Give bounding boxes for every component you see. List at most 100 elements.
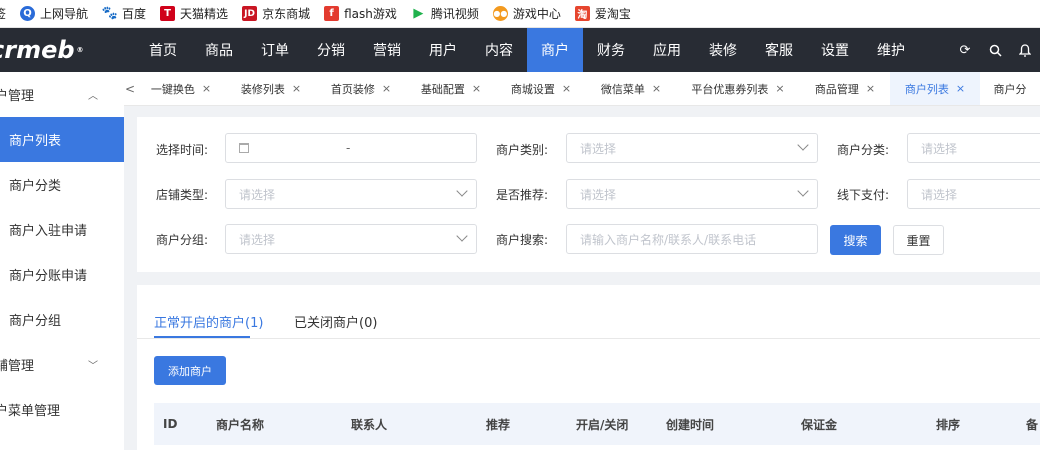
nav-item[interactable]: 订单 xyxy=(247,28,303,72)
page-tab[interactable]: 商城设置 × xyxy=(496,72,586,105)
tencent-video-icon: ▶ xyxy=(413,6,424,21)
reset-button-label: 重置 xyxy=(906,233,931,248)
page-tab[interactable]: 商户列表 × xyxy=(890,72,980,105)
bookmark-label: 游戏中心 xyxy=(512,7,561,21)
bookmark-item[interactable]: ▶ 腾讯视频 xyxy=(411,5,479,22)
merchant-group-select[interactable]: 请选择 xyxy=(225,224,477,254)
column-header-contact: 联系人 xyxy=(351,417,388,432)
bookmark-item[interactable]: JD 京东商城 xyxy=(242,5,310,22)
search-button[interactable]: 搜索 xyxy=(830,225,881,255)
bookmark-item[interactable]: ●● 游戏中心 xyxy=(492,5,561,22)
page-tab-label: 装修列表 xyxy=(240,82,285,96)
close-icon[interactable]: × xyxy=(956,82,965,95)
select-placeholder: 请选择 xyxy=(921,141,958,156)
close-icon[interactable]: × xyxy=(652,82,661,95)
page-tab[interactable]: 一键换色 × xyxy=(136,72,226,105)
date-range-picker[interactable]: - xyxy=(225,133,477,163)
active-tab-indicator xyxy=(154,336,250,338)
sidebar: 户管理 ︿ 商户列表 商户分类 商户入驻申请 商户分账申请 商户分组 铺管理 ﹀… xyxy=(0,72,124,450)
top-nav: crmeb® 首页商品订单分销营销用户内容商户财务应用装修客服设置维护 ⟳ xyxy=(0,28,1040,72)
bookmark-label: 天猫精选 xyxy=(180,7,229,21)
page-tab[interactable]: 装修列表 × xyxy=(226,72,316,105)
bell-icon[interactable] xyxy=(1010,43,1040,57)
bookmark-item[interactable]: T 天猫精选 xyxy=(160,5,228,22)
offline-pay-select[interactable]: 请选择 xyxy=(907,179,1040,209)
sidebar-item-split-account-application[interactable]: 商户分账申请 xyxy=(0,252,124,297)
refresh-icon[interactable]: ⟳ xyxy=(950,43,980,58)
logo-text: crmeb xyxy=(0,36,75,64)
nav-item[interactable]: 用户 xyxy=(415,28,471,72)
nav-item[interactable]: 营销 xyxy=(359,28,415,72)
bookmark-item[interactable]: 🐾 百度 xyxy=(101,5,147,22)
search-q-icon: Q xyxy=(20,6,36,21)
nav-item[interactable]: 装修 xyxy=(695,28,751,72)
bookmark-label: 签 xyxy=(0,5,6,22)
merchant-status-tabs: 正常开启的商户(1) 已关闭商户(0) xyxy=(137,285,1040,339)
recommend-select[interactable]: 请选择 xyxy=(566,179,818,209)
nav-item[interactable]: 财务 xyxy=(583,28,639,72)
page-tab[interactable]: 商户分 xyxy=(980,72,1040,105)
close-icon[interactable]: × xyxy=(562,82,571,95)
nav-item[interactable]: 商户 xyxy=(527,28,583,72)
close-icon[interactable]: × xyxy=(382,82,391,95)
sidebar-group-merchant-management[interactable]: 户管理 ︿ xyxy=(0,72,124,117)
sidebar-item-merchant-group[interactable]: 商户分组 xyxy=(0,297,124,342)
tab-closed-merchants[interactable]: 已关闭商户(0) xyxy=(294,312,377,331)
page-tabs: 一键换色 × 装修列表 × 首页装修 × 基础配置 × 商城设置 × 微信菜单 × 平台优惠券列表 × 商品… xyxy=(136,72,1040,105)
merchant-class-select[interactable]: 请选择 xyxy=(907,133,1040,163)
sidebar-group-label: 铺管理 xyxy=(0,359,35,374)
bookmark-item[interactable]: f flash游戏 xyxy=(324,5,397,22)
date-range-separator: - xyxy=(346,141,351,155)
crmeb-logo[interactable]: crmeb® xyxy=(0,28,135,72)
input-placeholder: 请输入商户名称/联系人/联系电话 xyxy=(580,232,757,247)
close-icon[interactable]: × xyxy=(775,82,784,95)
page-tab[interactable]: 基础配置 × xyxy=(406,72,496,105)
close-icon[interactable]: × xyxy=(292,82,301,95)
page-tab[interactable]: 首页装修 × xyxy=(316,72,406,105)
bookmark-label: 腾讯视频 xyxy=(430,7,479,21)
nav-item[interactable]: 设置 xyxy=(807,28,863,72)
page-tab[interactable]: 微信菜单 × xyxy=(586,72,676,105)
sidebar-group-merchant-menu[interactable]: 户菜单管理 xyxy=(0,387,124,432)
sidebar-group-store-management[interactable]: 铺管理 ﹀ xyxy=(0,342,124,387)
sidebar-item-merchant-list[interactable]: 商户列表 xyxy=(0,117,124,162)
sidebar-item-merchant-application[interactable]: 商户入驻申请 xyxy=(0,207,124,252)
select-placeholder: 请选择 xyxy=(580,187,617,202)
page-tab-label: 一键换色 xyxy=(150,82,195,96)
merchant-category-select[interactable]: 请选择 xyxy=(566,133,818,163)
page-tab[interactable]: 商品管理 × xyxy=(800,72,890,105)
store-type-select[interactable]: 请选择 xyxy=(225,179,477,209)
page-tab-label: 商城设置 xyxy=(510,82,555,96)
merchant-search-input[interactable]: 请输入商户名称/联系人/联系电话 xyxy=(566,224,818,254)
nav-item[interactable]: 客服 xyxy=(751,28,807,72)
search-icon[interactable] xyxy=(980,44,1010,57)
nav-item[interactable]: 分销 xyxy=(303,28,359,72)
close-icon[interactable]: × xyxy=(472,82,481,95)
sidebar-item-merchant-category[interactable]: 商户分类 xyxy=(0,162,124,207)
select-placeholder: 请选择 xyxy=(921,187,958,202)
tabs-prev-icon[interactable]: < xyxy=(124,82,136,96)
select-placeholder: 请选择 xyxy=(239,232,276,247)
nav-item[interactable]: 维护 xyxy=(863,28,919,72)
close-icon[interactable]: × xyxy=(866,82,875,95)
nav-item[interactable]: 商品 xyxy=(191,28,247,72)
nav-item[interactable]: 应用 xyxy=(639,28,695,72)
taobao-icon: 淘 xyxy=(574,6,590,21)
sidebar-group-label: 户管理 xyxy=(0,89,35,104)
bookmark-item[interactable]: Q 上网导航 xyxy=(20,5,88,22)
close-icon[interactable]: × xyxy=(202,82,211,95)
column-header-open-close: 开启/关闭 xyxy=(576,417,629,432)
page-tab-label: 首页装修 xyxy=(330,82,375,96)
bookmark-item[interactable]: 签 xyxy=(0,5,6,22)
select-placeholder: 请选择 xyxy=(239,187,276,202)
nav-item[interactable]: 首页 xyxy=(135,28,191,72)
page-tab[interactable]: 平台优惠券列表 × xyxy=(676,72,800,105)
offline-pay-label: 线下支付: xyxy=(837,188,890,202)
reset-button[interactable]: 重置 xyxy=(893,225,944,255)
add-merchant-button[interactable]: 添加商户 xyxy=(154,356,226,385)
tab-open-merchants[interactable]: 正常开启的商户(1) xyxy=(154,312,263,331)
bookmark-item[interactable]: 淘 爱淘宝 xyxy=(574,5,631,22)
bookmark-label: 百度 xyxy=(122,7,147,21)
nav-item[interactable]: 内容 xyxy=(471,28,527,72)
jd-icon: JD xyxy=(242,6,258,21)
